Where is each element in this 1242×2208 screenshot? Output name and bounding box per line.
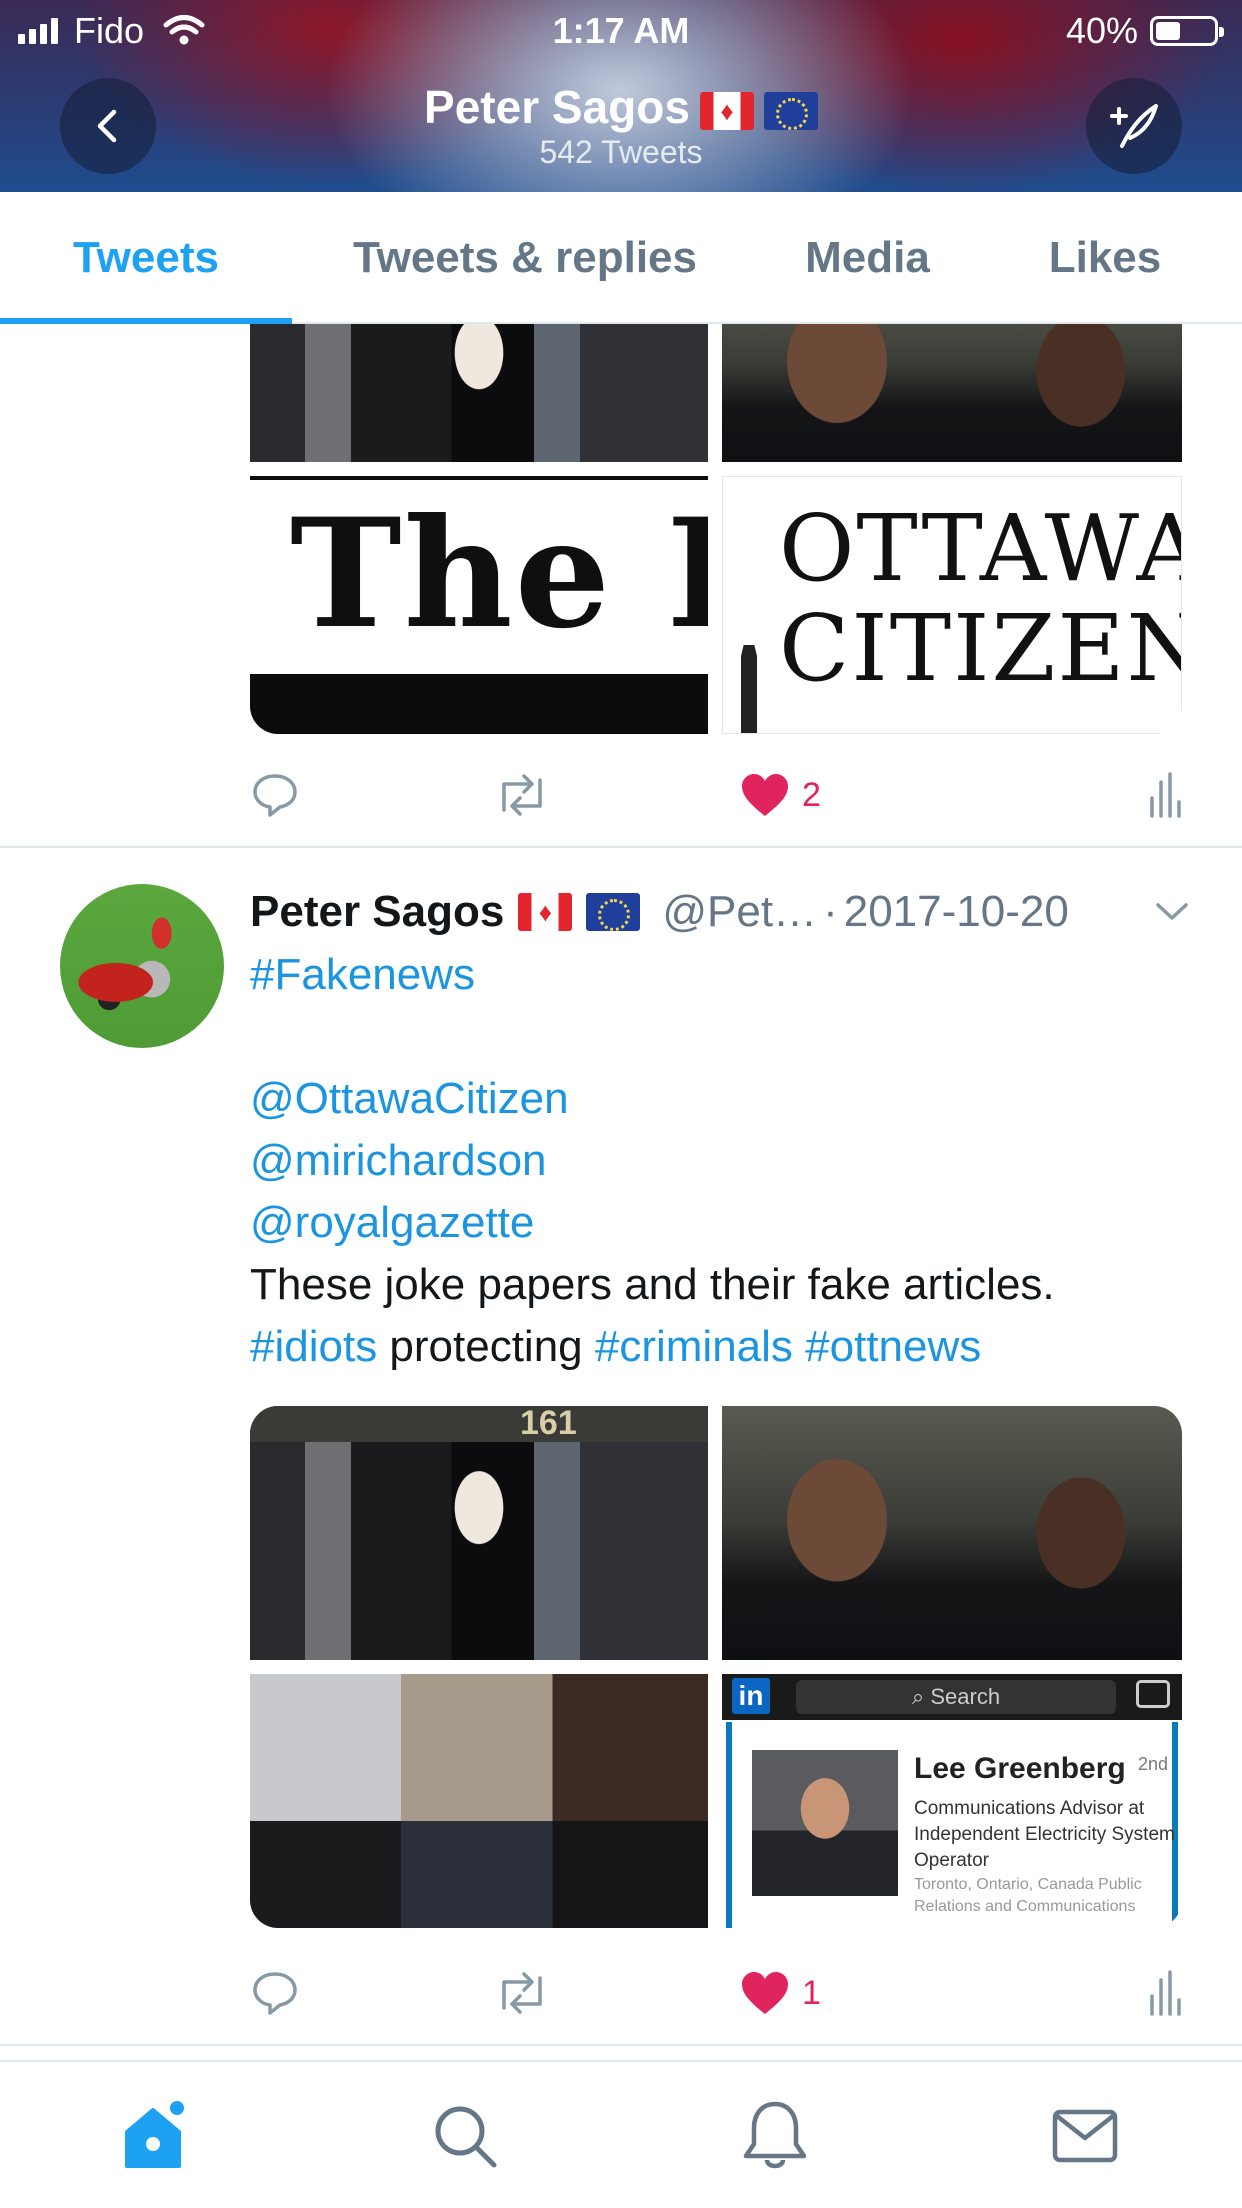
hashtag-link[interactable]: #ottnews [805,1322,981,1371]
profile-title: Peter Sagos [0,80,1242,134]
nav-search[interactable] [310,2062,620,2208]
tweet-header: Peter Sagos @Pet… · 2017-10-20 [250,882,1190,942]
tweet-text: #Fakenews @OttawaCitizen @mirichardson @… [250,944,1190,1378]
canada-flag-icon [518,893,573,931]
chevron-down-icon[interactable] [1154,896,1190,926]
like-count: 1 [802,1973,821,2012]
bottom-tab-bar [0,2060,1242,2208]
tweet-count: 542 Tweets [539,134,703,170]
heart-filled-icon [742,774,788,816]
media-screenshot-linkedin[interactable]: in ⌕ Search Lee Greenberg 2nd Communicat… [722,1674,1182,1928]
reply-icon [253,1972,297,2015]
status-bar: Fido 1:17 AM 40% [0,0,1242,62]
tweet-media-grid[interactable]: 161 in ⌕ Search Lee Greenberg 2nd Commun… [250,1406,1182,1928]
analytics-icon [1150,772,1181,818]
reply-button[interactable] [250,760,300,830]
profile-tabs: Tweets Tweets & replies Media Likes [0,192,1242,324]
profile-photo [752,1750,898,1896]
media-photo-ottawa-citizen[interactable]: OTTAWA CITIZEN [722,476,1182,734]
tweet-actions: 2 [250,760,1182,830]
hashtag-link[interactable]: #Fakenews [250,950,475,999]
masthead-text: The R [290,486,708,662]
eu-flag-icon [763,91,818,130]
mention-link[interactable]: @mirichardson [250,1136,547,1185]
mention-link[interactable]: @OttawaCitizen [250,1074,569,1123]
tweet-actions: 1 [250,1958,1182,2028]
linkedin-logo: in [732,1678,770,1714]
tweet-text-line: These joke papers and their fake article… [250,1260,1055,1309]
tweet-date-separator: · [823,887,838,936]
linkedin-name: Lee Greenberg [914,1752,1126,1785]
like-button[interactable]: 1 [740,1958,821,2028]
canada-flag-icon [699,91,754,130]
tab-tweets[interactable]: Tweets [0,192,292,324]
retweet-button[interactable] [494,1958,550,2028]
media-photo[interactable] [250,324,708,462]
analytics-button[interactable] [1148,1958,1182,2028]
message-icon [1136,1680,1170,1708]
retweet-button[interactable] [494,760,550,830]
media-photo[interactable]: 161 [250,1406,708,1660]
tab-media[interactable]: Media [760,192,975,324]
eu-flag-icon [586,893,641,931]
battery-icon [1150,16,1224,46]
mention-link[interactable]: @royalgazette [250,1198,534,1247]
heart-filled-icon [742,1972,788,2014]
search-icon [435,2106,497,2168]
nav-notifications[interactable] [620,2062,930,2208]
linkedin-location: Toronto, Ontario, Canada Public Relation… [914,1876,1142,1915]
analytics-button[interactable] [1148,760,1182,830]
messages-icon [1052,2109,1118,2163]
clock-time: 1:17 AM [552,10,690,51]
reply-button[interactable] [250,1958,300,2028]
reply-icon [253,774,297,817]
linkedin-title: Communications Advisor at Independent El… [914,1798,1175,1871]
tweet-media-grid[interactable]: The R OTTAWA CITIZEN [250,324,1182,734]
analytics-icon [1150,1970,1181,2016]
tweet-text-fragment: protecting [377,1322,595,1371]
hashtag-link[interactable]: #criminals [595,1322,793,1371]
masthead-text: OTTAWA CITIZEN [779,495,1182,702]
nav-messages[interactable] [930,2062,1240,2208]
home-icon [125,2101,184,2168]
tweet-feed[interactable]: The R OTTAWA CITIZEN 2 Peter Sagos @Pet…… [0,324,1242,2060]
connection-degree: 2nd [1138,1754,1169,1774]
tab-likes[interactable]: Likes [1000,192,1210,324]
profile-header: Fido 1:17 AM 40% Peter Sagos 542 Tweets [0,0,1242,192]
media-photo-royal-gazette[interactable]: The R [250,476,708,734]
retweet-icon [502,774,542,816]
linkedin-search: ⌕ Search [796,1680,1116,1714]
tweet-divider [0,2044,1242,2046]
hashtag-link[interactable]: #idiots [250,1322,377,1371]
compose-tweet-icon [1110,104,1158,148]
tweet-date: 2017-10-20 [843,887,1069,936]
like-count: 2 [802,775,821,814]
notifications-icon [743,2101,807,2169]
avatar[interactable] [60,884,224,1048]
tweet-author-name[interactable]: Peter Sagos [250,887,504,937]
retweet-icon [502,1972,542,2014]
media-photo[interactable] [722,324,1182,462]
media-photo[interactable] [722,1406,1182,1660]
compose-tweet-button[interactable] [1086,78,1182,174]
tweet-author-handle[interactable]: @Pet… [662,887,817,937]
battery-percent: 40% [1065,10,1138,51]
nav-home[interactable] [0,2062,310,2208]
tab-tweets-replies[interactable]: Tweets & replies [310,192,740,324]
tweet-divider [0,846,1242,848]
profile-name: Peter Sagos [424,81,690,133]
building-number: 161 [520,1406,577,1442]
like-button[interactable]: 2 [740,760,821,830]
media-photo[interactable] [250,1674,708,1928]
